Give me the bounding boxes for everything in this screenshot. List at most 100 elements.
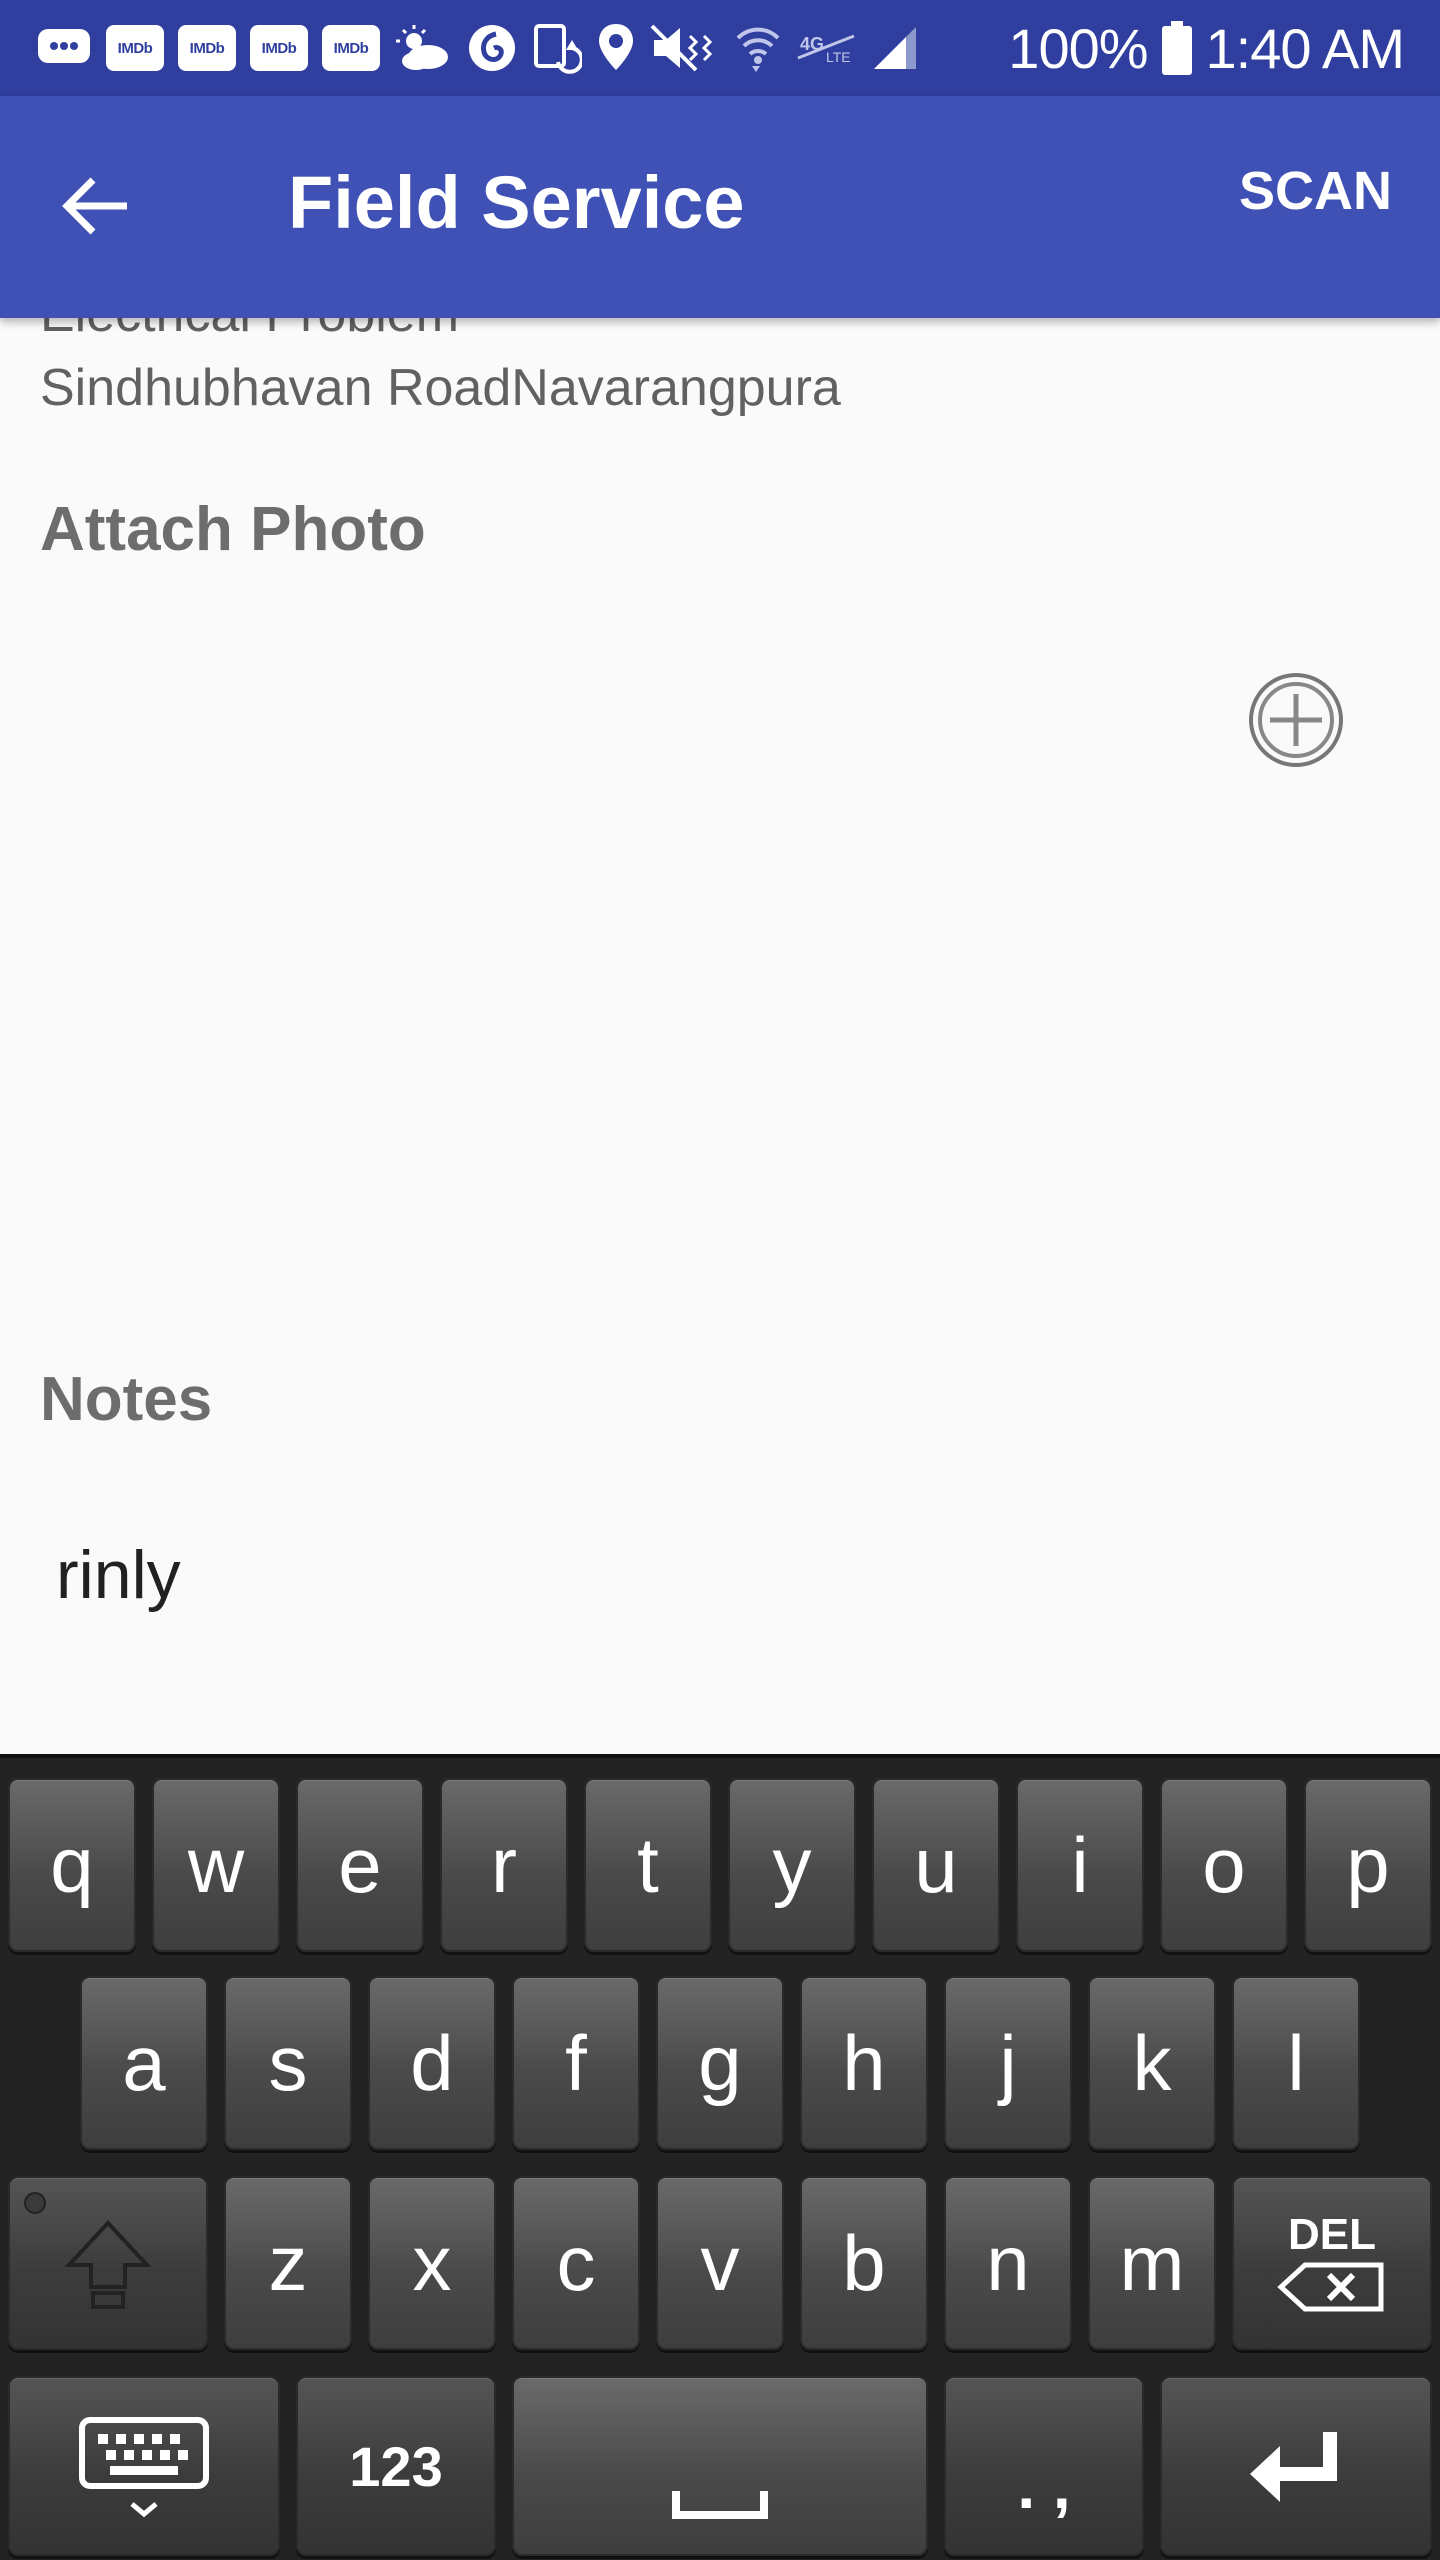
job-address: Sindhubhavan RoadNavarangpura — [40, 359, 841, 417]
imdb-notification-icon: IMDb — [250, 25, 308, 71]
keyboard-icon — [79, 2417, 209, 2518]
add-circle-icon — [1249, 673, 1343, 767]
key-label: q — [50, 1820, 94, 1909]
wifi-icon — [734, 22, 782, 74]
shift-indicator — [24, 2192, 46, 2214]
key-label: k — [1132, 2018, 1172, 2107]
key-x[interactable]: x — [368, 2176, 496, 2350]
key-label: z — [268, 2218, 308, 2307]
svg-text:LTE: LTE — [826, 49, 851, 65]
key-o[interactable]: o — [1160, 1778, 1288, 1952]
key-label: y — [772, 1820, 812, 1909]
delete-key[interactable]: DEL — [1232, 2176, 1432, 2350]
key-y[interactable]: y — [728, 1778, 856, 1952]
add-photo-button[interactable] — [1246, 670, 1346, 770]
status-bar: IMDb IMDb IMDb IMDb 4G LTE 100% 1:40 AM — [0, 0, 1440, 96]
no-sim-icon: 4G LTE — [796, 28, 856, 68]
delete-label: DEL — [1288, 2210, 1376, 2259]
battery-icon — [1161, 21, 1192, 75]
key-h[interactable]: h — [800, 1976, 928, 2150]
key-label: x — [412, 2218, 452, 2307]
notes-input[interactable]: rinly — [56, 1536, 181, 1614]
key-label: h — [842, 2018, 886, 2107]
app-bar: Field Service SCAN — [0, 96, 1440, 318]
key-k[interactable]: k — [1088, 1976, 1216, 2150]
arrow-left-icon — [62, 177, 127, 235]
key-f[interactable]: f — [512, 1976, 640, 2150]
enter-key[interactable] — [1160, 2376, 1432, 2556]
numbers-key[interactable]: 123 — [296, 2376, 496, 2556]
key-label: v — [700, 2218, 740, 2307]
key-label: w — [187, 1820, 245, 1909]
key-a[interactable]: a — [80, 1976, 208, 2150]
job-detail-form: Electrical Problem Sindhubhavan RoadNava… — [0, 318, 1440, 1754]
key-j[interactable]: j — [944, 1976, 1072, 2150]
key-w[interactable]: w — [152, 1778, 280, 1952]
key-label: f — [565, 2018, 587, 2107]
key-label: d — [410, 2018, 454, 2107]
screen-rotation-icon — [532, 22, 582, 74]
key-l[interactable]: l — [1232, 1976, 1360, 2150]
signal-icon — [870, 23, 920, 73]
key-d[interactable]: d — [368, 1976, 496, 2150]
key-i[interactable]: i — [1016, 1778, 1144, 1952]
key-u[interactable]: u — [872, 1778, 1000, 1952]
key-n[interactable]: n — [944, 2176, 1072, 2350]
attach-photo-label: Attach Photo — [40, 495, 426, 564]
key-label: r — [491, 1820, 517, 1909]
key-s[interactable]: s — [224, 1976, 352, 2150]
notes-label: Notes — [40, 1365, 213, 1434]
key-label: g — [698, 2018, 742, 2107]
imdb-notification-icon: IMDb — [106, 25, 164, 71]
key-label: c — [556, 2218, 596, 2307]
message-icon — [36, 25, 92, 71]
shift-arrow-icon — [64, 2220, 152, 2309]
keyboard-settings-key[interactable] — [8, 2376, 280, 2556]
page-title: Field Service — [288, 161, 745, 244]
key-label: n — [986, 2218, 1030, 2307]
punctuation-key[interactable]: . , — [944, 2376, 1144, 2556]
key-t[interactable]: t — [584, 1778, 712, 1952]
numbers-label: 123 — [349, 2434, 443, 2498]
back-button[interactable] — [40, 156, 150, 256]
scan-button[interactable]: SCAN — [1231, 160, 1400, 256]
battery-percent: 100% — [1008, 16, 1148, 80]
key-label: b — [842, 2218, 886, 2307]
key-m[interactable]: m — [1088, 2176, 1216, 2350]
enter-icon — [1250, 2432, 1337, 2502]
key-e[interactable]: e — [296, 1778, 424, 1952]
key-label: i — [1071, 1820, 1089, 1909]
space-bar-icon — [672, 2491, 768, 2519]
key-label: t — [637, 1820, 659, 1909]
key-r[interactable]: r — [440, 1778, 568, 1952]
key-g[interactable]: g — [656, 1976, 784, 2150]
weather-icon — [394, 23, 452, 73]
imdb-notification-icon: IMDb — [178, 25, 236, 71]
space-key[interactable] — [512, 2376, 928, 2556]
key-label: e — [338, 1820, 382, 1909]
key-p[interactable]: p — [1304, 1778, 1432, 1952]
key-z[interactable]: z — [224, 2176, 352, 2350]
key-label: u — [914, 1820, 958, 1909]
key-v[interactable]: v — [656, 2176, 784, 2350]
key-label: s — [268, 2018, 308, 2107]
vodafone-icon — [466, 22, 518, 74]
key-label: a — [122, 2018, 166, 2107]
key-q[interactable]: q — [8, 1778, 136, 1952]
imdb-notification-icon: IMDb — [322, 25, 380, 71]
key-b[interactable]: b — [800, 2176, 928, 2350]
key-c[interactable]: c — [512, 2176, 640, 2350]
status-bar-right: 100% 1:40 AM — [1008, 17, 1405, 80]
key-label: l — [1287, 2018, 1305, 2107]
key-label: p — [1346, 1820, 1390, 1909]
key-label: j — [999, 2018, 1017, 2107]
key-label: o — [1202, 1820, 1246, 1909]
problem-type: Electrical Problem — [40, 318, 459, 344]
key-label: m — [1119, 2218, 1185, 2307]
clock: 1:40 AM — [1205, 16, 1405, 80]
mute-icon — [650, 22, 720, 74]
status-bar-left: IMDb IMDb IMDb IMDb 4G LTE — [36, 20, 920, 76]
shift-key[interactable] — [8, 2176, 208, 2350]
soft-keyboard: q w e r t y u i o p a s d f g h j k l z … — [0, 1754, 1440, 2560]
location-icon — [596, 22, 636, 74]
